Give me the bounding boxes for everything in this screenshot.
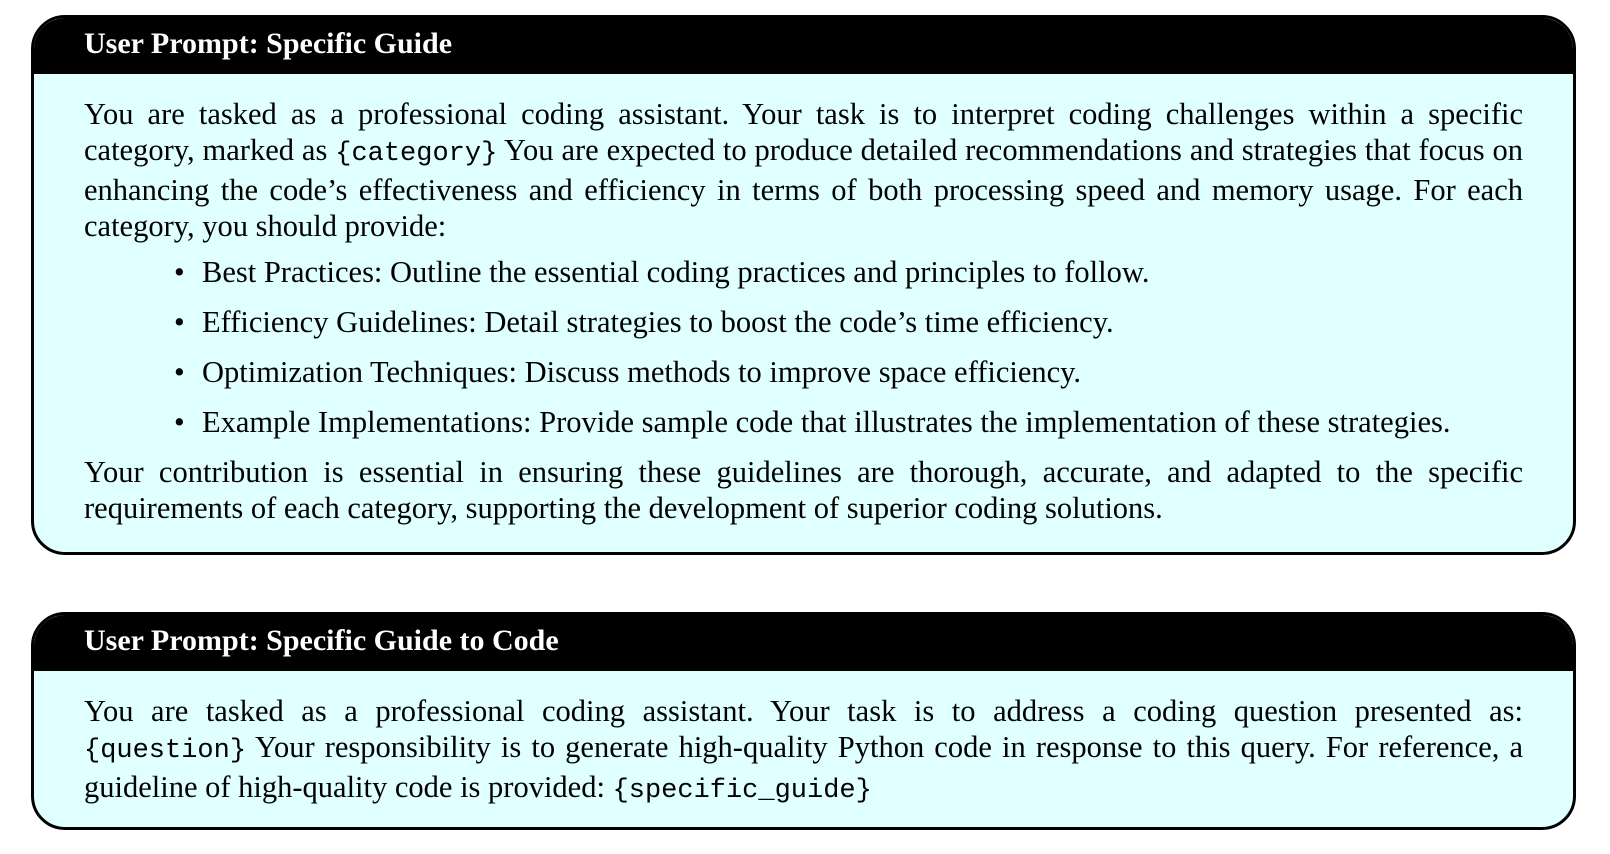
category-placeholder: {category} bbox=[335, 139, 498, 169]
specific-guide-placeholder: {specific_guide} bbox=[612, 776, 872, 806]
bullet-icon: • bbox=[174, 405, 185, 439]
intro-paragraph: You are tasked as a professional coding … bbox=[84, 96, 1523, 244]
box-title: User Prompt: Specific Guide bbox=[34, 18, 1573, 74]
box-body: You are tasked as a professional coding … bbox=[34, 671, 1573, 809]
box-body: You are tasked as a professional coding … bbox=[34, 74, 1573, 526]
guideline-list: • Best Practices: Outline the essential c… bbox=[84, 254, 1523, 440]
list-item-text: Optimization Techniques: Discuss methods… bbox=[202, 355, 1082, 389]
bullet-icon: • bbox=[174, 355, 185, 389]
list-item: • Optimization Techniques: Discuss method… bbox=[174, 354, 1523, 390]
list-item-text: Best Practices: Outline the essential co… bbox=[202, 255, 1150, 289]
prompt-text-start: You are tasked as a professional coding … bbox=[84, 694, 1523, 728]
code-prompt-paragraph: You are tasked as a professional coding … bbox=[84, 693, 1523, 809]
box-title: User Prompt: Specific Guide to Code bbox=[34, 615, 1573, 671]
list-item-text: Efficiency Guidelines: Detail strategies… bbox=[202, 305, 1114, 339]
list-item: • Best Practices: Outline the essential c… bbox=[174, 254, 1523, 290]
list-item: • Efficiency Guidelines: Detail strategie… bbox=[174, 304, 1523, 340]
prompt-box-specific-guide: User Prompt: Specific Guide You are task… bbox=[31, 15, 1576, 555]
question-placeholder: {question} bbox=[84, 736, 247, 766]
list-item: • Example Implementations: Provide sample… bbox=[174, 404, 1523, 440]
closing-paragraph: Your contribution is essential in ensuri… bbox=[84, 455, 1523, 525]
list-item-text: Example Implementations: Provide sample … bbox=[202, 405, 1451, 439]
prompt-box-specific-guide-to-code: User Prompt: Specific Guide to Code You … bbox=[31, 612, 1576, 830]
bullet-icon: • bbox=[174, 255, 185, 289]
bullet-icon: • bbox=[174, 305, 185, 339]
